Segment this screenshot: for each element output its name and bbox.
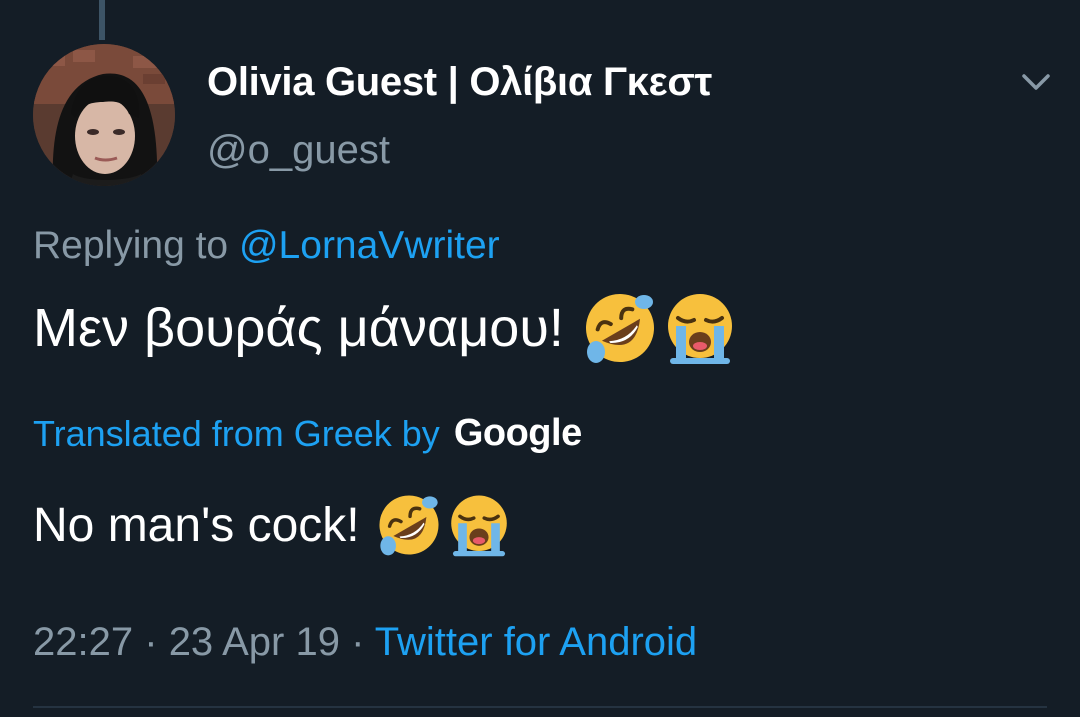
tweet-source-link[interactable]: Twitter for Android [375, 620, 697, 664]
tweet-time[interactable]: 22:27 [33, 620, 133, 664]
rolling-on-floor-laughing-emoji [379, 495, 439, 556]
replying-to-label: Replying to [33, 224, 229, 267]
translated-tweet-text: No man's cock! [33, 492, 512, 558]
translated-text-content: No man's cock! [33, 498, 360, 552]
loudly-crying-face-emoji [667, 294, 732, 364]
loudly-crying-face-emoji [450, 495, 507, 557]
author-display-name[interactable]: Olivia Guest | Ολίβια Γκεστ [207, 60, 712, 105]
avatar[interactable] [33, 44, 175, 186]
google-logo: Google [453, 412, 582, 454]
meta-separator: · [351, 620, 365, 664]
tweet-metadata: 22:27 · 23 Apr 19 · Twitter for Android [33, 620, 697, 665]
author-handle[interactable]: @o_guest [207, 128, 390, 173]
meta-separator: · [144, 620, 158, 664]
divider [33, 706, 1047, 708]
rolling-on-floor-laughing-emoji [585, 294, 654, 363]
reply-mention-link[interactable]: @LornaVwriter [239, 224, 500, 267]
chevron-down-icon[interactable] [1016, 66, 1056, 100]
thread-connector-line [99, 0, 105, 40]
tweet-text: Μεν βουράς μάναμου! [33, 290, 738, 366]
translation-attribution: Translated from Greek by Google [33, 412, 582, 455]
tweet-date[interactable]: 23 Apr 19 [169, 620, 340, 664]
replying-to-line: Replying to @LornaVwriter [33, 224, 500, 268]
tweet-text-content: Μεν βουράς μάναμου! [33, 298, 564, 358]
translated-from-greek-link[interactable]: Translated from Greek by [33, 413, 440, 455]
avatar-image [33, 44, 175, 186]
